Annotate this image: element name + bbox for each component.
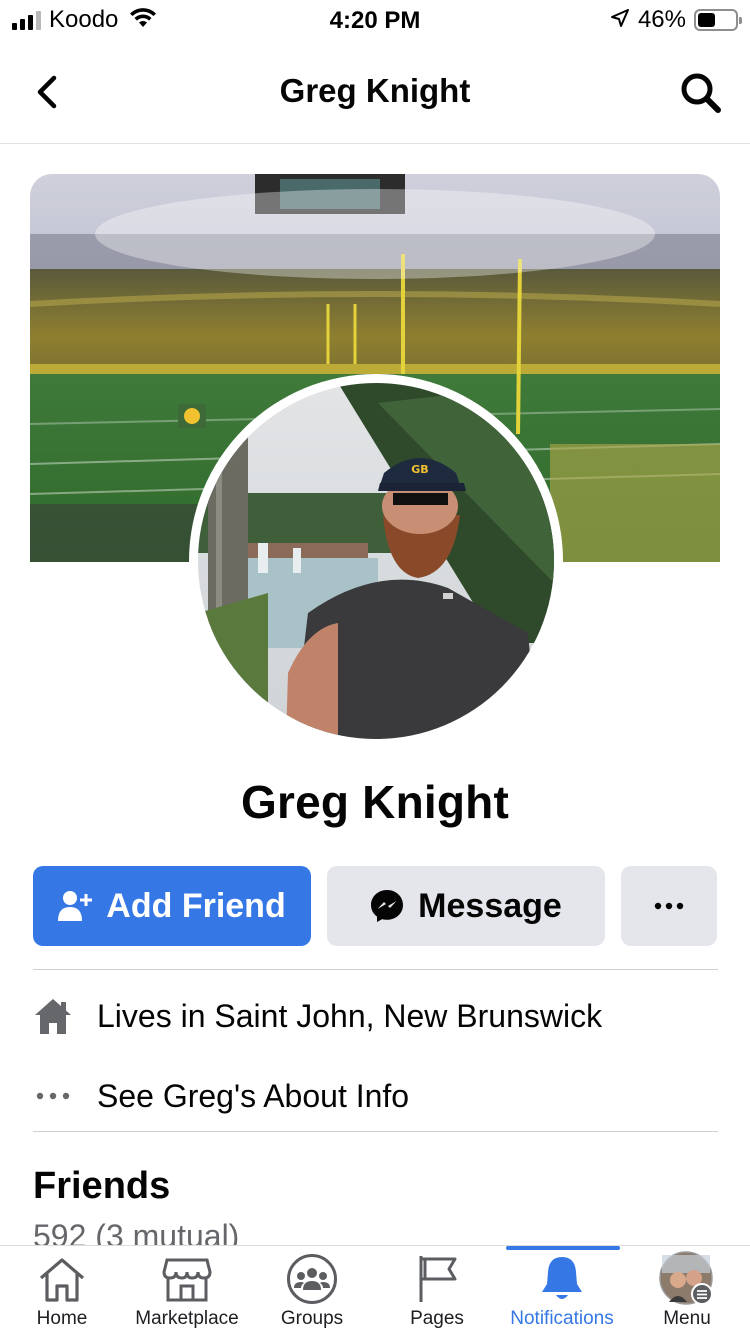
about-info-row[interactable]: See Greg's About Info [33,1066,409,1126]
messenger-icon [370,889,404,923]
about-info-label: See Greg's About Info [97,1077,410,1114]
divider [33,1131,718,1132]
profile-picture[interactable]: GB [189,374,563,748]
add-person-icon [58,890,93,922]
battery-percent: 46% [637,6,686,33]
lives-in-location[interactable]: Saint John, New Brunswick [214,998,602,1034]
bell-icon [539,1246,585,1306]
message-button[interactable]: Message [327,866,605,946]
more-dots-icon [33,1092,73,1100]
add-friend-label: Add Friend [106,886,286,925]
add-friend-button[interactable]: Add Friend [33,866,311,946]
svg-text:GB: GB [411,463,428,476]
tab-groups[interactable]: Groups [250,1246,374,1334]
avatar-menu-icon [657,1246,717,1306]
tab-label: Notifications [510,1308,614,1329]
friends-heading: Friends [33,1165,171,1207]
status-right: 46% [610,6,742,34]
location-arrow-icon [610,8,630,33]
tab-label: Home [36,1308,88,1329]
lives-in-prefix: Lives in [97,997,215,1034]
battery-icon [694,9,742,31]
tab-pages[interactable]: Pages [375,1246,499,1334]
profile-name: Greg Knight [241,776,509,828]
more-dots-icon [654,902,684,910]
tab-label: Pages [410,1308,464,1329]
tab-home[interactable]: Home [0,1246,124,1334]
tab-marketplace[interactable]: Marketplace [125,1246,249,1334]
nav-bar: Greg Knight [0,40,750,144]
tab-label: Groups [280,1308,344,1329]
marketplace-icon [162,1246,212,1306]
home-icon [37,1246,87,1306]
more-options-button[interactable] [621,866,717,946]
lives-in-row: Lives in Saint John, New Brunswick [33,986,602,1046]
search-button[interactable] [678,70,724,116]
divider [33,969,718,970]
battery-fill [698,13,715,27]
tab-menu[interactable]: Menu [625,1246,749,1334]
house-icon [33,997,73,1035]
tab-label: Marketplace [135,1308,239,1329]
tab-notifications[interactable]: Notifications [500,1246,624,1334]
status-bar: Koodo 4:20 PM 46% [0,0,750,40]
nav-title: Greg Knight [279,72,471,109]
groups-icon [286,1246,338,1306]
tab-label: Menu [663,1308,711,1329]
search-icon [681,73,721,113]
message-label: Message [418,886,562,925]
tab-bar: Home Marketplace Groups Pages Notificati… [0,1245,750,1334]
pages-flag-icon [415,1246,459,1306]
